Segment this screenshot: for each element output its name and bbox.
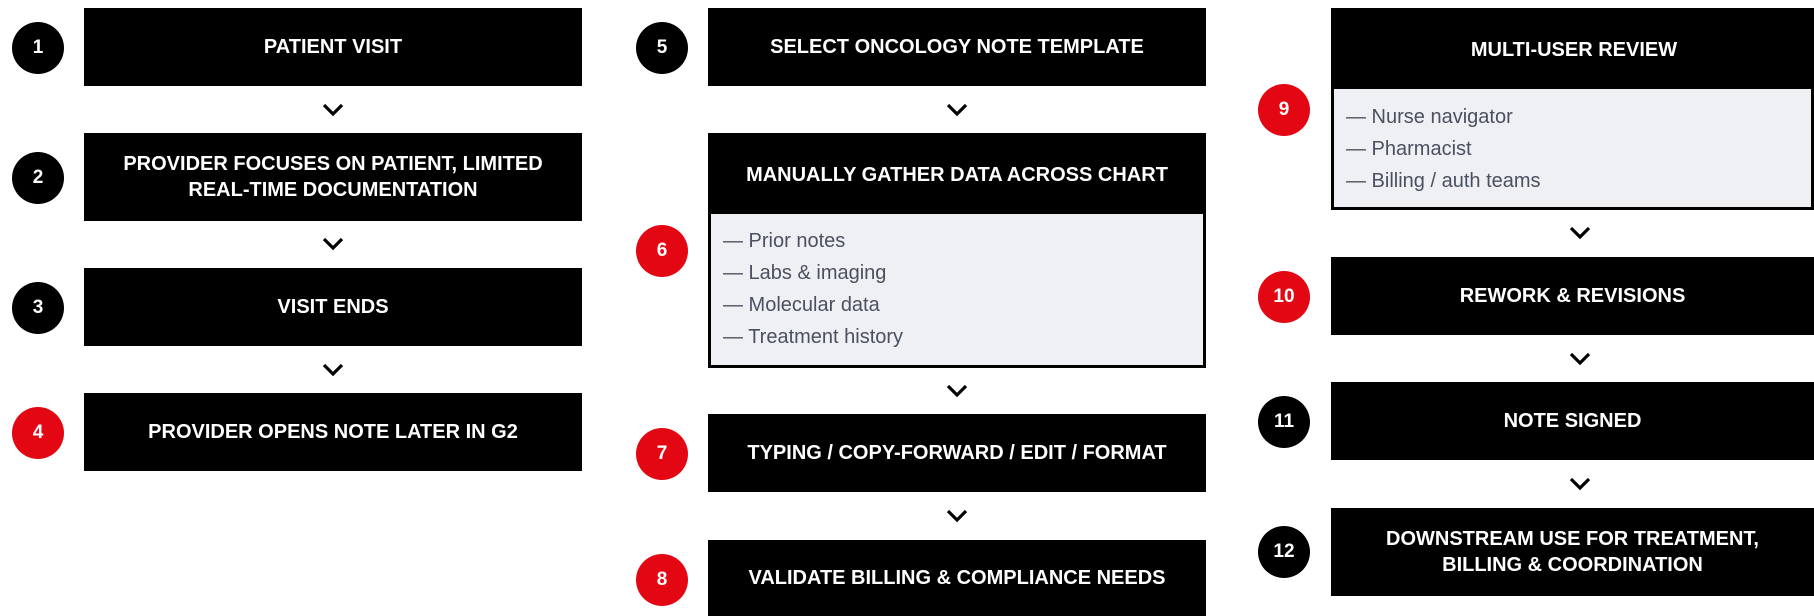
list-item: — Billing / auth teams [1346,170,1541,192]
step-6-group: MANUALLY GATHER DATA ACROSS CHART — Prio… [708,133,1206,368]
step-12-label-line-2: BILLING & COORDINATION [1442,554,1703,576]
step-1-badge: 1 [12,22,64,74]
step-2-label-line-2: REAL-TIME DOCUMENTATION [188,179,478,201]
step-8-badge: 8 [636,554,688,606]
step-9-group: MULTI-USER REVIEW — Nurse navigator — Ph… [1331,8,1814,210]
list-item: — Pharmacist [1346,138,1472,160]
chevron-down-icon [1569,352,1591,366]
step-9-badge: 9 [1258,84,1310,136]
step-7-box: TYPING / COPY-FORWARD / EDIT / FORMAT [708,414,1206,492]
list-item: — Nurse navigator [1346,106,1513,128]
step-4-label: PROVIDER OPENS NOTE LATER IN G2 [148,421,518,443]
chevron-down-icon [946,384,968,398]
step-5-badge: 5 [636,22,688,74]
step-11-box: NOTE SIGNED [1331,382,1814,460]
step-4-box: PROVIDER OPENS NOTE LATER IN G2 [84,393,582,471]
step-3-box: VISIT ENDS [84,268,582,346]
step-9-label: MULTI-USER REVIEW [1470,39,1678,61]
chevron-down-icon [322,363,344,377]
chevron-down-icon [946,103,968,117]
step-2-label-line-1: PROVIDER FOCUSES ON PATIENT, LIMITED [123,153,543,175]
step-8-box: VALIDATE BILLING & COMPLIANCE NEEDS [708,540,1206,616]
chevron-down-icon [1569,226,1591,240]
step-5-label: SELECT ONCOLOGY NOTE TEMPLATE [770,36,1144,58]
step-7-label: TYPING / COPY-FORWARD / EDIT / FORMAT [747,442,1167,464]
list-item: — Labs & imaging [723,262,887,284]
step-3-badge: 3 [12,282,64,334]
step-2-badge: 2 [12,152,64,204]
step-10-badge: 10 [1258,271,1310,323]
step-11-label: NOTE SIGNED [1503,410,1642,432]
step-10-label: REWORK & REVISIONS [1459,285,1686,307]
step-1-label: PATIENT VISIT [263,36,403,58]
chevron-down-icon [946,509,968,523]
step-3-label: VISIT ENDS [277,296,389,318]
step-5-box: SELECT ONCOLOGY NOTE TEMPLATE [708,8,1206,86]
chevron-down-icon [322,237,344,251]
step-9-list: — Nurse navigator — Pharmacist — Billing… [1346,101,1803,197]
step-9-header: MULTI-USER REVIEW [1334,11,1814,89]
step-4-badge: 4 [12,407,64,459]
step-6-header: MANUALLY GATHER DATA ACROSS CHART [711,136,1203,214]
list-item: — Molecular data [723,294,880,316]
step-6-badge: 6 [636,225,688,277]
list-item: — Prior notes [723,230,846,252]
step-6-label: MANUALLY GATHER DATA ACROSS CHART [746,164,1168,186]
step-12-label-line-1: DOWNSTREAM USE FOR TREATMENT, [1386,528,1759,550]
list-item: — Treatment history [723,326,904,348]
step-10-box: REWORK & REVISIONS [1331,257,1814,335]
step-7-badge: 7 [636,428,688,480]
step-12-box: DOWNSTREAM USE FOR TREATMENT, BILLING & … [1331,508,1814,596]
step-11-badge: 11 [1258,396,1310,448]
step-8-label: VALIDATE BILLING & COMPLIANCE NEEDS [748,567,1166,589]
step-1-box: PATIENT VISIT [84,8,582,86]
step-2-box: PROVIDER FOCUSES ON PATIENT, LIMITED REA… [84,133,582,221]
step-12-badge: 12 [1258,526,1310,578]
step-6-list: — Prior notes — Labs & imaging — Molecul… [723,225,1195,353]
chevron-down-icon [1569,477,1591,491]
chevron-down-icon [322,103,344,117]
